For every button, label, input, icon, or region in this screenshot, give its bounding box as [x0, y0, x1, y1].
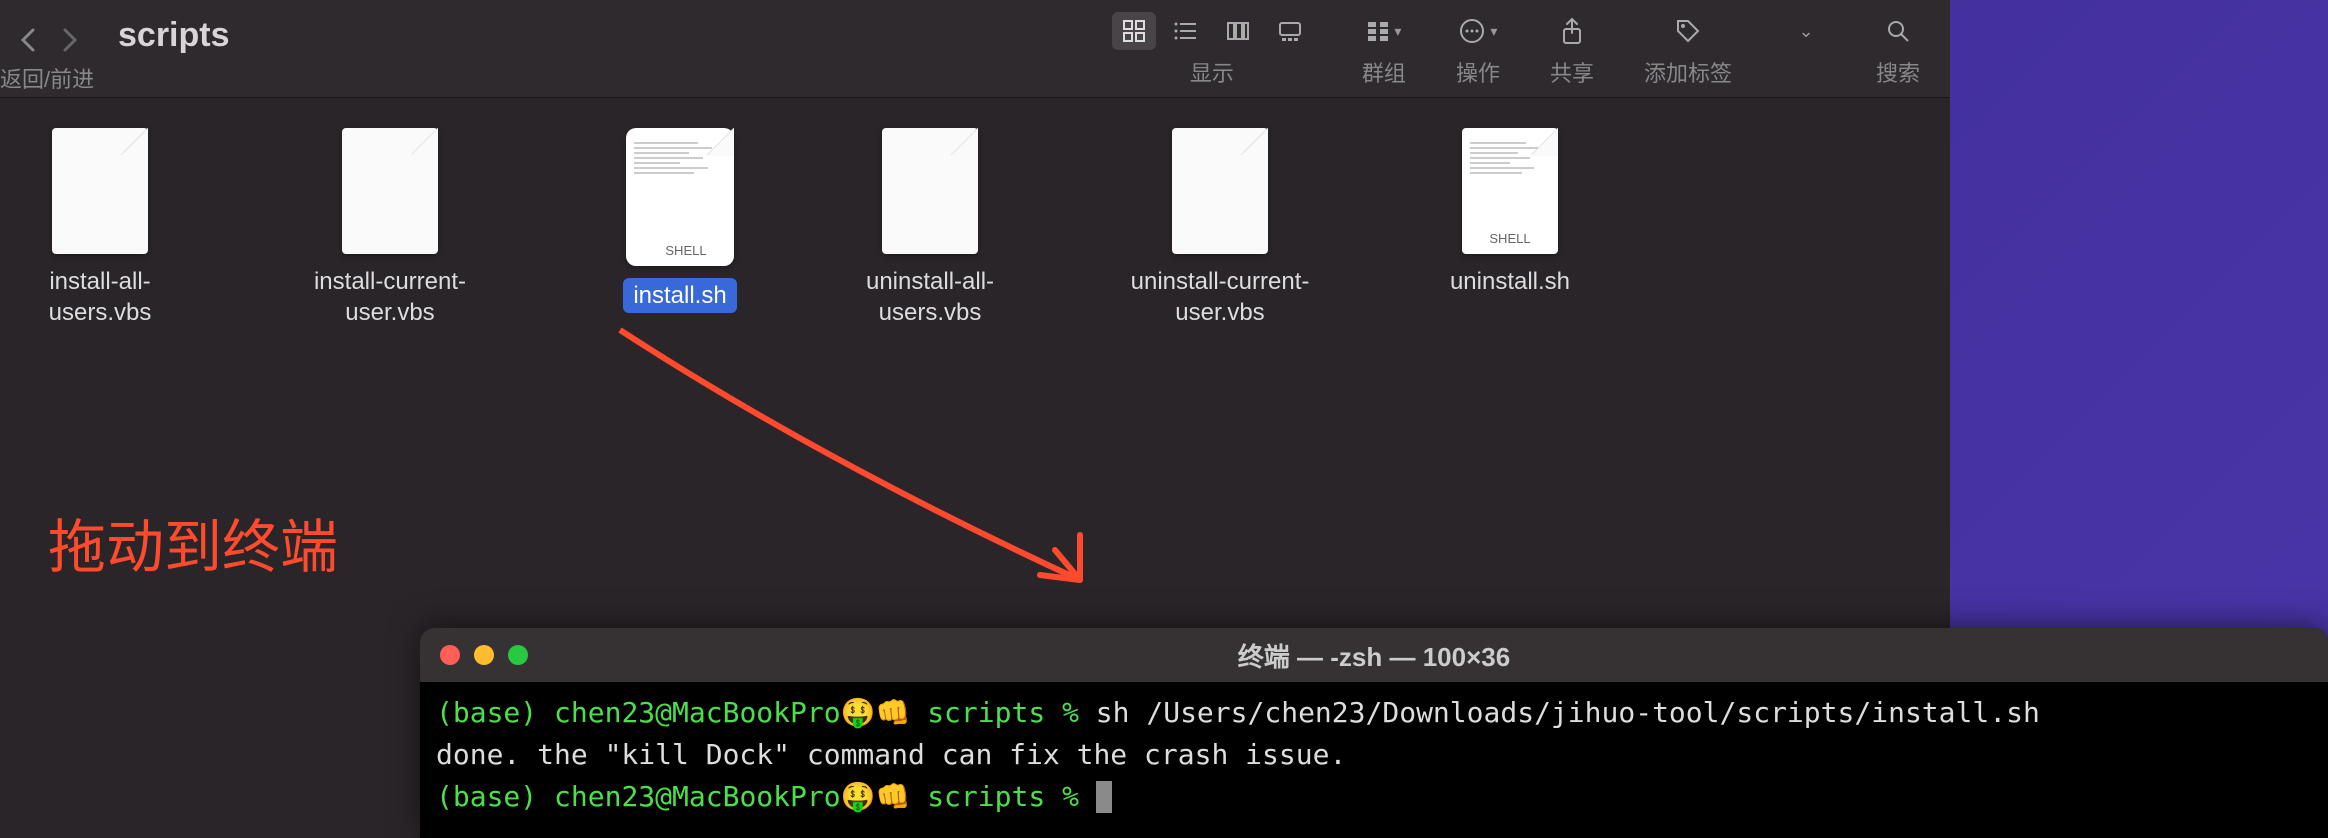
search-label: 搜索: [1876, 56, 1920, 88]
terminal-window[interactable]: 终端 — -zsh — 100×36 (base) chen23@MacBook…: [420, 628, 2328, 838]
file-item[interactable]: install-current-user.vbs: [270, 128, 510, 328]
shell-file-icon: SHELL: [626, 128, 734, 266]
share-button[interactable]: [1550, 12, 1594, 50]
view-group: 显示: [1112, 12, 1312, 88]
terminal-body[interactable]: (base) chen23@MacBookPro🤑👊 scripts % sh …: [420, 682, 2328, 828]
terminal-title: 终端 — -zsh — 100×36: [1238, 637, 1510, 674]
prompt-userhost: chen23@MacBookPro🤑👊: [554, 696, 910, 729]
prompt-dir: scripts: [927, 780, 1045, 813]
file-icon: [1172, 128, 1268, 254]
file-icon: [342, 128, 438, 254]
action-group: ▾ 操作: [1456, 12, 1500, 88]
prompt-env: (base): [436, 780, 537, 813]
nav-forward-button[interactable]: [52, 22, 88, 58]
more-button[interactable]: ⌄: [1782, 12, 1826, 50]
file-name: uninstall.sh: [1450, 266, 1570, 297]
action-button[interactable]: ▾: [1456, 12, 1500, 50]
file-name: install-all-users.vbs: [20, 266, 180, 328]
prompt-userhost: chen23@MacBookPro🤑👊: [554, 780, 910, 813]
file-name: uninstall-current-user.vbs: [1100, 266, 1340, 328]
shell-badge: SHELL: [1462, 231, 1558, 246]
shell-file-icon: SHELL: [1462, 128, 1558, 254]
file-item[interactable]: install-all-users.vbs: [20, 128, 180, 328]
search-button[interactable]: [1876, 12, 1920, 50]
chevron-down-icon: ⌄: [1798, 21, 1813, 42]
window-title: scripts: [118, 16, 230, 55]
group-label: 群组: [1362, 56, 1406, 88]
file-item-selected[interactable]: SHELL install.sh: [600, 128, 760, 313]
chevron-down-icon: ▾: [1490, 23, 1497, 40]
tag-group: 添加标签: [1644, 12, 1732, 88]
terminal-command: sh /Users/chen23/Downloads/jihuo-tool/sc…: [1096, 696, 2040, 729]
close-button[interactable]: [440, 645, 460, 665]
chevron-down-icon: ▾: [1394, 23, 1401, 40]
annotation-text: 拖动到终端: [48, 500, 338, 584]
group-group: ▾ 群组: [1362, 12, 1406, 88]
group-button[interactable]: ▾: [1362, 12, 1406, 50]
tag-label: 添加标签: [1644, 56, 1732, 88]
file-name: install.sh: [623, 278, 736, 313]
nav-back-button[interactable]: [10, 22, 46, 58]
terminal-cursor: [1096, 781, 1112, 813]
column-view-button[interactable]: [1216, 12, 1260, 50]
traffic-lights: [440, 645, 528, 665]
file-icon: [882, 128, 978, 254]
share-group: 共享: [1550, 12, 1594, 88]
terminal-output: done. the "kill Dock" command can fix th…: [436, 738, 1346, 771]
file-item[interactable]: SHELL uninstall.sh: [1430, 128, 1590, 297]
share-label: 共享: [1550, 56, 1594, 88]
shell-badge: SHELL: [632, 243, 740, 258]
file-item[interactable]: uninstall-all-users.vbs: [850, 128, 1010, 328]
view-label: 显示: [1190, 56, 1234, 88]
minimize-button[interactable]: [474, 645, 494, 665]
prompt-symbol: %: [1062, 780, 1079, 813]
file-item[interactable]: uninstall-current-user.vbs: [1100, 128, 1340, 328]
icon-view-button[interactable]: [1112, 12, 1156, 50]
action-label: 操作: [1456, 56, 1500, 88]
prompt-symbol: %: [1062, 696, 1079, 729]
file-name: uninstall-all-users.vbs: [850, 266, 1010, 328]
search-group: 搜索: [1876, 12, 1920, 88]
gallery-view-button[interactable]: [1268, 12, 1312, 50]
maximize-button[interactable]: [508, 645, 528, 665]
list-view-button[interactable]: [1164, 12, 1208, 50]
tag-button[interactable]: [1666, 12, 1710, 50]
prompt-env: (base): [436, 696, 537, 729]
nav-label: 返回/前进: [0, 62, 94, 94]
file-icon: [52, 128, 148, 254]
more-group: ⌄: [1782, 12, 1826, 82]
finder-toolbar: 返回/前进 scripts: [0, 0, 1950, 98]
file-name: install-current-user.vbs: [270, 266, 510, 328]
terminal-titlebar[interactable]: 终端 — -zsh — 100×36: [420, 628, 2328, 682]
prompt-dir: scripts: [927, 696, 1045, 729]
